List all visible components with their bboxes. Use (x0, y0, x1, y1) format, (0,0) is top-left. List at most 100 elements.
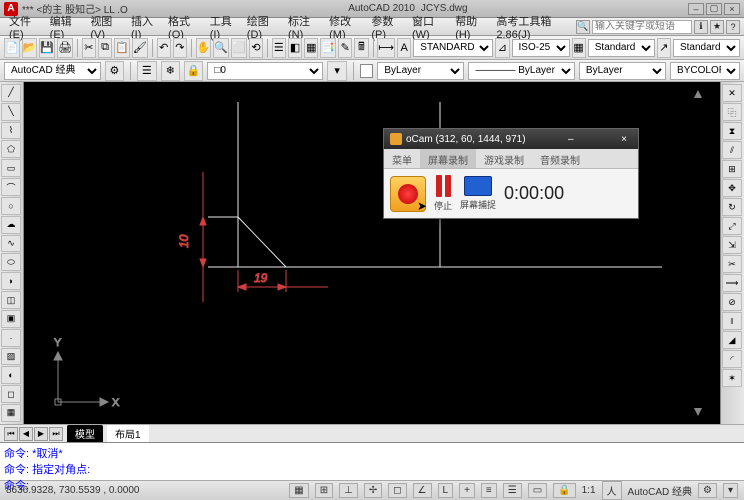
arc-tool[interactable]: ⌒ (1, 178, 21, 196)
open-button[interactable]: 📂 (22, 38, 38, 58)
ocam-close[interactable]: × (616, 134, 632, 145)
color-select[interactable]: ByLayer (377, 62, 464, 80)
search-icon[interactable]: 🔍 (576, 20, 590, 34)
tab-first[interactable]: ⏮ (4, 427, 18, 441)
line-tool[interactable]: ╱ (1, 84, 21, 102)
menu-edit[interactable]: 编辑(E) (45, 13, 86, 41)
match-button[interactable]: 🖌 (132, 38, 148, 58)
circle-tool[interactable]: ○ (1, 197, 21, 215)
snap-button[interactable]: ▦ (289, 483, 308, 498)
ocam-titlebar[interactable]: oCam (312, 60, 1444, 971) – × (384, 129, 638, 149)
help-icon[interactable]: ? (726, 20, 740, 34)
mirror-tool[interactable]: ⧗ (722, 122, 742, 140)
ellipse-tool[interactable]: ⬭ (1, 253, 21, 271)
rotate-tool[interactable]: ↻ (722, 198, 742, 216)
annoscale[interactable]: 1:1 (582, 485, 596, 496)
insert-tool[interactable]: ◫ (1, 291, 21, 309)
menu-modify[interactable]: 修改(M) (324, 13, 366, 41)
copy-button[interactable]: ⧉ (98, 38, 112, 58)
infocenter-icon[interactable]: ℹ (694, 20, 708, 34)
ortho-button[interactable]: ⊥ (339, 483, 358, 498)
mleaderstyle-select[interactable]: Standard (673, 39, 740, 57)
color-swatch[interactable] (360, 64, 374, 78)
ws-gear-icon[interactable]: ⚙ (698, 483, 717, 498)
tab-prev[interactable]: ◀ (19, 427, 33, 441)
ocam-minimize[interactable]: – (563, 134, 579, 145)
close-button[interactable]: × (724, 3, 740, 15)
ocam-tab-screen[interactable]: 屏幕录制 (420, 149, 476, 168)
redo-button[interactable]: ↷ (173, 38, 187, 58)
ocam-record-button[interactable]: ➤ (390, 176, 426, 212)
model-button[interactable]: ▭ (528, 483, 547, 498)
qp-button[interactable]: ☰ (503, 483, 522, 498)
rectangle-tool[interactable]: ▭ (1, 159, 21, 177)
ocam-window[interactable]: oCam (312, 60, 1444, 971) – × 菜单 屏幕录制 游戏… (383, 128, 639, 219)
search-input[interactable] (592, 20, 692, 34)
lwt-button[interactable]: ≡ (481, 483, 497, 498)
status-workspace[interactable]: AutoCAD 经典 (628, 483, 692, 498)
menu-draw[interactable]: 绘图(D) (242, 13, 283, 41)
menu-format[interactable]: 格式(O) (163, 13, 205, 41)
tablestyle-select[interactable]: Standard (588, 39, 655, 57)
point-tool[interactable]: · (1, 329, 21, 347)
polygon-tool[interactable]: ⬠ (1, 140, 21, 158)
table-tool[interactable]: ▦ (1, 404, 21, 422)
menu-file[interactable]: 文件(E) (4, 13, 45, 41)
dyn-button[interactable]: + (459, 483, 475, 498)
markup-button[interactable]: ✎ (338, 38, 352, 58)
mleader-icon[interactable]: ↗ (657, 38, 671, 58)
paste-button[interactable]: 📋 (114, 38, 130, 58)
text-style-icon[interactable]: A (397, 38, 411, 58)
minimize-button[interactable]: – (688, 3, 704, 15)
stretch-tool[interactable]: ⇲ (722, 236, 742, 254)
ellipse-arc-tool[interactable]: ◗ (1, 272, 21, 290)
region-tool[interactable]: ◻ (1, 385, 21, 403)
plotstyle-select[interactable]: BYCOLOR (670, 62, 740, 80)
gradient-tool[interactable]: ◐ (1, 366, 21, 384)
layer-select[interactable]: □0 (207, 62, 323, 80)
dimstyle-icon[interactable]: ⊿ (495, 38, 509, 58)
xline-tool[interactable]: ╲ (1, 103, 21, 121)
copy-tool[interactable]: ⿻ (722, 103, 742, 121)
plot-button[interactable]: 🖨 (57, 38, 73, 58)
dimstyle-select[interactable]: ISO-25 (512, 39, 570, 57)
zoom-button[interactable]: 🔍 (213, 38, 229, 58)
sheetset-button[interactable]: 📑 (320, 38, 336, 58)
menu-insert[interactable]: 插入(I) (126, 13, 163, 41)
grid-button[interactable]: ⊞ (315, 483, 333, 498)
menu-window[interactable]: 窗口(W) (407, 13, 450, 41)
break-tool[interactable]: ⊘ (722, 293, 742, 311)
scroll-down-icon[interactable] (694, 408, 702, 416)
dim-icon[interactable]: ⟼ (377, 38, 395, 58)
ocam-tab-menu[interactable]: 菜单 (384, 149, 420, 168)
join-tool[interactable]: ⧛ (722, 312, 742, 330)
gear-icon[interactable]: ⚙ (105, 61, 124, 81)
scale-tool[interactable]: ⤢ (722, 217, 742, 235)
layer-prop-button[interactable]: ☰ (137, 61, 156, 81)
revcloud-tool[interactable]: ☁ (1, 216, 21, 234)
linetype-select[interactable]: ———— ByLayer (468, 62, 574, 80)
osnap-button[interactable]: ◻ (388, 483, 406, 498)
workspace-select[interactable]: AutoCAD 经典 (4, 62, 101, 80)
polar-button[interactable]: ✢ (364, 483, 382, 498)
block-tool[interactable]: ▣ (1, 310, 21, 328)
extend-tool[interactable]: ⟶ (722, 274, 742, 292)
menu-dimension[interactable]: 标注(N) (283, 13, 324, 41)
array-tool[interactable]: ⊞ (722, 160, 742, 178)
pline-tool[interactable]: ⌇ (1, 122, 21, 140)
menu-param[interactable]: 参数(P) (366, 13, 407, 41)
menu-view[interactable]: 视图(V) (85, 13, 126, 41)
ocam-tab-game[interactable]: 游戏录制 (476, 149, 532, 168)
lineweight-select[interactable]: ByLayer (579, 62, 666, 80)
trim-tool[interactable]: ✂ (722, 255, 742, 273)
ocam-tab-audio[interactable]: 音频录制 (532, 149, 588, 168)
tab-next[interactable]: ▶ (34, 427, 48, 441)
chamfer-tool[interactable]: ◢ (722, 331, 742, 349)
zoom-prev-button[interactable]: ⟲ (249, 38, 263, 58)
lock-button[interactable]: 🔒 (553, 483, 575, 498)
tab-last[interactable]: ⏭ (49, 427, 63, 441)
save-button[interactable]: 💾 (39, 38, 55, 58)
star-icon[interactable]: ★ (710, 20, 724, 34)
calc-button[interactable]: 🖩 (354, 38, 368, 58)
offset-tool[interactable]: ⫽ (722, 141, 742, 159)
